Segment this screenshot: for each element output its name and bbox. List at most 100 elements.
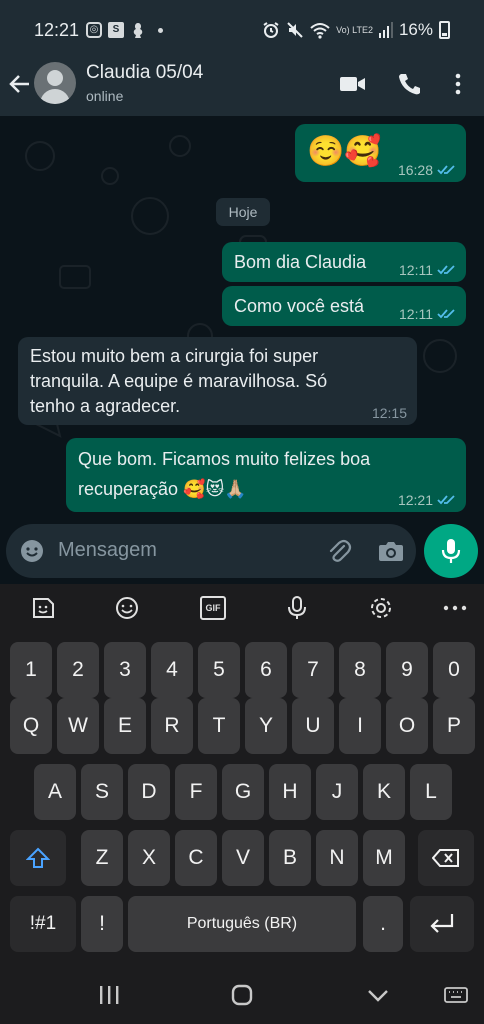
key[interactable]: Y — [245, 698, 287, 754]
key[interactable]: C — [175, 830, 217, 886]
message-input-bar[interactable]: Mensagem — [6, 524, 416, 578]
message-input[interactable]: Mensagem — [58, 539, 157, 562]
status-right: Vo) LTE2 16% — [262, 20, 450, 40]
key[interactable]: 2 — [57, 642, 99, 698]
voice-call-icon[interactable] — [396, 72, 424, 96]
message-outgoing[interactable]: ☺️🥰 16:28 — [295, 124, 466, 182]
key[interactable]: 3 — [104, 642, 146, 698]
status-bar: 12:21 ◎ S Vo) LTE2 16% — [0, 0, 484, 60]
battery-icon — [439, 21, 450, 39]
message-text: Estou muito bem a cirurgia foi super tra… — [30, 344, 327, 419]
message-text: Bom dia Claudia — [234, 252, 367, 272]
backspace-key[interactable] — [418, 830, 474, 886]
settings-icon[interactable] — [368, 596, 394, 620]
key[interactable]: O — [386, 698, 428, 754]
key[interactable]: B — [269, 830, 311, 886]
key[interactable]: K — [363, 764, 405, 820]
message-line: Estou muito bem a cirurgia foi super — [30, 346, 319, 366]
key[interactable]: 7 — [292, 642, 334, 698]
key[interactable]: X — [128, 830, 170, 886]
read-ticks-icon — [437, 265, 455, 275]
enter-icon — [430, 914, 454, 933]
space-key[interactable]: Português (BR) — [128, 896, 356, 952]
avatar[interactable] — [34, 62, 76, 104]
voice-icon[interactable] — [284, 596, 310, 620]
key[interactable]: S — [81, 764, 123, 820]
key[interactable]: F — [175, 764, 217, 820]
contact-name[interactable]: Claudia 05/04 — [86, 62, 203, 84]
key[interactable]: Q — [10, 698, 52, 754]
gif-icon[interactable]: GIF — [200, 596, 226, 620]
shift-key[interactable] — [10, 830, 66, 886]
back-arrow-icon[interactable] — [8, 72, 32, 96]
key[interactable]: A — [34, 764, 76, 820]
message-time: 12:21 — [397, 492, 433, 508]
key[interactable]: 8 — [339, 642, 381, 698]
key[interactable]: W — [57, 698, 99, 754]
system-nav-bar — [0, 962, 484, 1024]
read-ticks-icon — [437, 309, 455, 319]
exclaim-key[interactable]: ! — [81, 896, 123, 952]
keyboard-switch-icon[interactable] — [444, 984, 468, 1006]
message-meta: 12:15 — [372, 405, 407, 421]
message-outgoing[interactable]: Como você está 12:11 — [222, 286, 466, 326]
key[interactable]: 5 — [198, 642, 240, 698]
message-line: recuperação 🥰😻🙏🏼 — [78, 479, 247, 499]
recents-icon[interactable] — [98, 984, 120, 1006]
instagram-icon: ◎ — [86, 22, 102, 38]
network-label: Vo) LTE2 — [336, 24, 373, 35]
sticker-icon[interactable] — [30, 596, 56, 620]
back-icon[interactable] — [367, 984, 389, 1006]
key[interactable]: L — [410, 764, 452, 820]
message-time: 16:28 — [397, 162, 433, 178]
message-meta: 12:11 — [399, 262, 456, 278]
read-ticks-icon — [437, 165, 455, 175]
key[interactable]: 9 — [386, 642, 428, 698]
key[interactable]: 6 — [245, 642, 287, 698]
key[interactable]: G — [222, 764, 264, 820]
key[interactable]: H — [269, 764, 311, 820]
key[interactable]: Z — [81, 830, 123, 886]
symbols-key[interactable]: !#1 — [10, 896, 76, 952]
more-options-icon[interactable] — [444, 72, 472, 96]
enter-key[interactable] — [410, 896, 474, 952]
avatar-head — [47, 70, 63, 86]
message-outgoing[interactable]: Que bom. Ficamos muito felizes boa recup… — [66, 438, 466, 512]
home-icon[interactable] — [231, 984, 253, 1006]
key[interactable]: T — [198, 698, 240, 754]
message-outgoing[interactable]: Bom dia Claudia 12:11 — [222, 242, 466, 282]
key[interactable]: 0 — [433, 642, 475, 698]
wifi-icon — [310, 23, 330, 39]
read-ticks-icon — [437, 495, 455, 505]
key[interactable]: U — [292, 698, 334, 754]
key[interactable]: M — [363, 830, 405, 886]
chat-area[interactable]: ☺️🥰 16:28 Hoje Bom dia Claudia 12:11 Com… — [0, 116, 484, 582]
emoji-icon[interactable] — [20, 539, 44, 563]
notification-icon — [133, 23, 143, 38]
key[interactable]: E — [104, 698, 146, 754]
message-line: tenho a agradecer. — [30, 396, 181, 416]
key[interactable]: P — [433, 698, 475, 754]
message-meta: 12:11 — [399, 306, 456, 322]
message-incoming[interactable]: Estou muito bem a cirurgia foi super tra… — [18, 337, 417, 425]
attach-icon[interactable] — [326, 538, 352, 564]
key[interactable]: I — [339, 698, 381, 754]
period-key[interactable]: . — [363, 896, 403, 952]
mic-button[interactable] — [424, 524, 478, 578]
video-call-icon[interactable] — [339, 72, 367, 96]
key[interactable]: N — [316, 830, 358, 886]
key[interactable]: R — [151, 698, 193, 754]
emoji-icon[interactable] — [114, 596, 140, 620]
mute-icon — [287, 22, 303, 38]
camera-icon[interactable] — [378, 539, 404, 563]
mic-icon — [441, 539, 461, 563]
key[interactable]: 1 — [10, 642, 52, 698]
date-separator: Hoje — [216, 198, 270, 226]
message-meta: 12:21 — [398, 492, 456, 508]
key[interactable]: D — [128, 764, 170, 820]
more-icon[interactable] — [442, 596, 468, 620]
key[interactable]: V — [222, 830, 264, 886]
key[interactable]: J — [316, 764, 358, 820]
message-text: ☺️🥰 — [307, 135, 382, 168]
key[interactable]: 4 — [151, 642, 193, 698]
